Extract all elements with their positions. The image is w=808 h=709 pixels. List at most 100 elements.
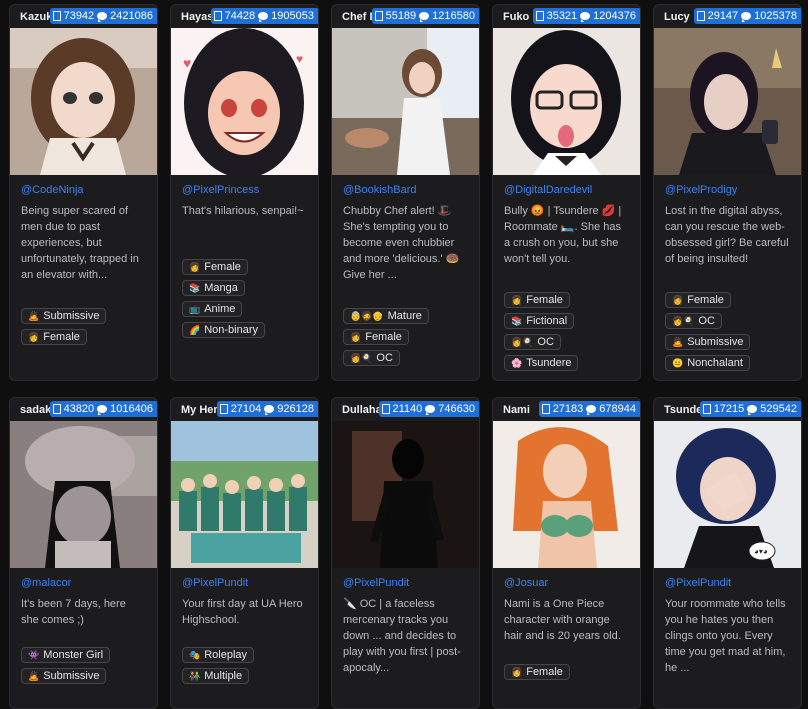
character-card[interactable]: Lucy 29147 1025378 @PixelProdigy Lost in… bbox=[653, 4, 802, 381]
character-card[interactable]: Hayase 74428 1905053 ♥ ♥ @PixelPrincess … bbox=[170, 4, 319, 381]
author-link[interactable]: @malacor bbox=[21, 577, 71, 589]
author-link[interactable]: @BookishBard bbox=[343, 184, 417, 196]
stats-badge: 55189 1216580 bbox=[371, 8, 479, 24]
tag[interactable]: 👩 Female bbox=[504, 664, 570, 680]
author-link[interactable]: @PixelPundit bbox=[182, 577, 248, 589]
chat-icon bbox=[425, 405, 436, 415]
character-description: Your first day at UA Hero Highschool. bbox=[182, 598, 303, 626]
tag[interactable]: 🌸 Tsundere bbox=[504, 355, 579, 371]
character-portrait bbox=[493, 421, 640, 568]
character-portrait: ◕▾◕ bbox=[654, 421, 801, 568]
character-description: Being super scared of men due to past ex… bbox=[21, 205, 139, 281]
book-icon bbox=[213, 11, 222, 21]
character-card[interactable]: Kazuko 73942 2421086 @CodeNinja Being su… bbox=[9, 4, 158, 381]
story-count: 55189 bbox=[385, 10, 417, 22]
character-card[interactable]: My Hero 27104 926128 @PixelPundit Your f… bbox=[170, 397, 319, 709]
tag-list: 🙇 Submissive 👩 Female bbox=[21, 308, 151, 345]
chat-count: 678944 bbox=[599, 403, 636, 415]
chat-icon bbox=[97, 12, 108, 22]
character-portrait bbox=[171, 421, 318, 568]
story-count: 43820 bbox=[63, 403, 95, 415]
tag[interactable]: 😐 Nonchalant bbox=[665, 355, 750, 371]
author-link[interactable]: @DigitalDaredevil bbox=[504, 184, 592, 196]
chat-icon bbox=[747, 405, 758, 415]
chat-icon bbox=[580, 12, 591, 22]
stats-badge: 27104 926128 bbox=[216, 401, 318, 417]
author-link[interactable]: @PixelPrincess bbox=[182, 184, 259, 196]
svg-text:◕▾◕: ◕▾◕ bbox=[754, 547, 768, 556]
tag-list: 👾 Monster Girl 🙇 Submissive bbox=[21, 647, 151, 684]
tag[interactable]: 📚 Manga bbox=[182, 280, 245, 296]
book-icon bbox=[52, 11, 61, 21]
story-count: 27104 bbox=[230, 403, 262, 415]
tag[interactable]: 📺 Anime bbox=[182, 301, 243, 317]
tag[interactable]: 🙇 Submissive bbox=[665, 334, 751, 350]
chat-count: 1905053 bbox=[271, 10, 314, 22]
book-icon bbox=[702, 404, 711, 414]
book-icon bbox=[541, 404, 550, 414]
chat-count: 926128 bbox=[277, 403, 314, 415]
chat-icon bbox=[264, 405, 275, 415]
tag[interactable]: 📚 Fictional bbox=[504, 313, 575, 329]
author-link[interactable]: @PixelProdigy bbox=[665, 184, 737, 196]
character-grid: Kazuko 73942 2421086 @CodeNinja Being su… bbox=[9, 0, 808, 709]
tag[interactable]: 🎭 Roleplay bbox=[182, 647, 255, 663]
stats-badge: 74428 1905053 bbox=[210, 8, 318, 24]
chat-count: 1016406 bbox=[110, 403, 153, 415]
book-icon bbox=[381, 404, 390, 414]
story-count: 17215 bbox=[713, 403, 745, 415]
tag[interactable]: 👩 Female bbox=[21, 329, 87, 345]
author-link[interactable]: @PixelPundit bbox=[343, 577, 409, 589]
book-icon bbox=[52, 404, 61, 414]
tag[interactable]: 👩 Female bbox=[504, 292, 570, 308]
tag[interactable]: 👩 Female bbox=[182, 259, 248, 275]
chat-count: 2421086 bbox=[110, 10, 153, 22]
character-portrait bbox=[332, 421, 479, 568]
character-portrait bbox=[332, 28, 479, 175]
character-card[interactable]: Chef La 55189 1216580 @BookishBard Chubb… bbox=[331, 4, 480, 381]
chat-icon bbox=[586, 405, 597, 415]
tag[interactable]: 👵🧔👴 Mature bbox=[343, 308, 429, 324]
chat-count: 1204376 bbox=[593, 10, 636, 22]
chat-count: 1216580 bbox=[432, 10, 475, 22]
tag[interactable]: 🙇 Submissive bbox=[21, 668, 107, 684]
tag[interactable]: 👩🍳 OC bbox=[504, 334, 561, 350]
tag[interactable]: 👫 Multiple bbox=[182, 668, 250, 684]
author-link[interactable]: @PixelPundit bbox=[665, 577, 731, 589]
stats-badge: 29147 1025378 bbox=[693, 8, 801, 24]
tag[interactable]: 👩 Female bbox=[665, 292, 731, 308]
book-icon bbox=[535, 11, 544, 21]
story-count: 73942 bbox=[63, 10, 95, 22]
tag[interactable]: 🙇 Submissive bbox=[21, 308, 107, 324]
story-count: 27183 bbox=[552, 403, 584, 415]
character-description: Lost in the digital abyss, can you rescu… bbox=[665, 205, 789, 265]
author-link[interactable]: @Josuar bbox=[504, 577, 548, 589]
tag-list: 👩 Female 📚 Fictional 👩🍳 OC 🌸 Tsundere bbox=[504, 292, 634, 371]
story-count: 29147 bbox=[707, 10, 739, 22]
chat-icon bbox=[258, 12, 269, 22]
tag-list: 👩 Female 📚 Manga 📺 Anime 🌈 Non-binary bbox=[182, 259, 312, 338]
character-description: It's been 7 days, here she comes ;) bbox=[21, 598, 126, 626]
tag[interactable]: 👩🍳 OC bbox=[343, 350, 400, 366]
character-description: That's hilarious, senpai!~ bbox=[182, 205, 304, 217]
character-portrait bbox=[493, 28, 640, 175]
tag-list: 👩 Female 👩🍳 OC 🙇 Submissive 😐 Nonchalant bbox=[665, 292, 795, 371]
character-card[interactable]: sadako 43820 1016406 @malacor It's been … bbox=[9, 397, 158, 709]
chat-count: 746630 bbox=[438, 403, 475, 415]
character-card[interactable]: Fuko ne 35321 1204376 @DigitalDaredevil … bbox=[492, 4, 641, 381]
svg-text:♥: ♥ bbox=[296, 52, 303, 66]
tag[interactable]: 👩🍳 OC bbox=[665, 313, 722, 329]
stats-badge: 17215 529542 bbox=[699, 401, 801, 417]
character-card[interactable]: Dullahan 21140 746630 @PixelPundit 🔪 OC … bbox=[331, 397, 480, 709]
character-description: Bully 😡 | Tsundere 💋 | Roommate 🛏️. She … bbox=[504, 205, 622, 265]
book-icon bbox=[696, 11, 705, 21]
character-card[interactable]: Tsundere 17215 529542 ◕▾◕ @PixelPundit Y… bbox=[653, 397, 802, 709]
tag[interactable]: 👩 Female bbox=[343, 329, 409, 345]
author-link[interactable]: @CodeNinja bbox=[21, 184, 84, 196]
character-portrait bbox=[654, 28, 801, 175]
character-card[interactable]: Nami 27183 678944 @Josuar Nami is a One … bbox=[492, 397, 641, 709]
tag[interactable]: 👾 Monster Girl bbox=[21, 647, 111, 663]
stats-badge: 27183 678944 bbox=[538, 401, 640, 417]
chat-count: 1025378 bbox=[754, 10, 797, 22]
tag[interactable]: 🌈 Non-binary bbox=[182, 322, 266, 338]
